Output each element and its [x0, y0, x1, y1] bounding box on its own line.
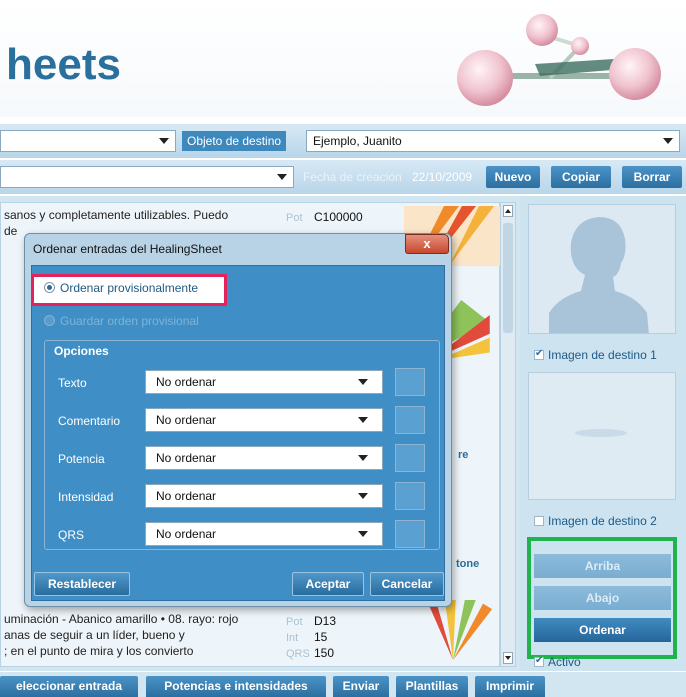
option-select-comment[interactable]: No ordenar: [145, 408, 383, 432]
sheet-combo[interactable]: [0, 130, 176, 152]
options-title: Opciones: [54, 344, 109, 358]
delete-button[interactable]: Borrar: [622, 166, 682, 188]
dialog-title: Ordenar entradas del HealingSheet: [33, 242, 222, 256]
entry-5-pot: Pot D13: [286, 614, 337, 628]
tab-send[interactable]: Enviar: [333, 676, 389, 697]
entry-4-snippet: tone: [456, 558, 480, 570]
entry-1-line-1: sanos y completamente utilizables. Puedo: [4, 208, 229, 222]
entry-1-line-2: de: [4, 224, 18, 238]
option-select-potency[interactable]: No ordenar: [145, 446, 383, 470]
option-select-intensity[interactable]: No ordenar: [145, 484, 383, 508]
option-label-potency: Potencia: [58, 452, 105, 466]
radio-provisional-label: Ordenar provisionalmente: [60, 281, 199, 295]
scroll-up-icon[interactable]: [503, 205, 513, 217]
option-select-qrs[interactable]: No ordenar: [145, 522, 383, 546]
rainbow-fan-icon: [426, 600, 493, 660]
option-value: No ordenar: [156, 375, 217, 389]
entry-5-line-2: anas de seguir a un líder, bueno y: [4, 628, 185, 642]
close-icon[interactable]: x: [405, 234, 449, 254]
radio-provisional[interactable]: Ordenar provisionalmente: [44, 281, 198, 295]
option-label-comment: Comentario: [58, 414, 121, 428]
option-label-text: Texto: [58, 376, 87, 390]
chevron-down-icon: [358, 531, 368, 537]
option-direction-qrs[interactable]: [395, 520, 425, 548]
entry-combo[interactable]: [0, 166, 294, 188]
new-button[interactable]: Nuevo: [486, 166, 540, 188]
option-direction-intensity[interactable]: [395, 482, 425, 510]
copy-button[interactable]: Copiar: [551, 166, 611, 188]
option-label-qrs: QRS: [58, 528, 85, 542]
image-2-checkbox[interactable]: Imagen de destino 2: [534, 514, 657, 528]
target-image-2: [528, 372, 676, 500]
image-2-label: Imagen de destino 2: [548, 514, 657, 528]
option-value: No ordenar: [156, 527, 217, 541]
chevron-down-icon: [663, 138, 673, 144]
chevron-down-icon: [358, 379, 368, 385]
cancel-button[interactable]: Cancelar: [370, 572, 444, 596]
app-title: heets: [6, 40, 121, 89]
active-checkbox[interactable]: Activo: [534, 655, 581, 669]
checkbox-icon: [534, 655, 544, 667]
accept-button[interactable]: Aceptar: [292, 572, 364, 596]
entries-scrollbar[interactable]: [500, 202, 516, 667]
placeholder-image-icon: [575, 429, 627, 437]
target-value: Ejemplo, Juanito: [313, 134, 402, 148]
option-direction-potency[interactable]: [395, 444, 425, 472]
target-combo[interactable]: Ejemplo, Juanito: [306, 130, 680, 152]
option-select-text[interactable]: No ordenar: [145, 370, 383, 394]
radio-icon: [44, 282, 55, 293]
tab-print[interactable]: Imprimir: [475, 676, 545, 697]
entry-5-line-1: uminación - Abanico amarillo • 08. rayo:…: [4, 612, 239, 626]
molecule-logo-icon: [457, 14, 661, 106]
option-value: No ordenar: [156, 489, 217, 503]
reset-button[interactable]: Restablecer: [34, 572, 130, 596]
active-label: Activo: [548, 655, 581, 669]
entry-5-qrs: QRS 150: [286, 646, 335, 660]
chevron-down-icon: [358, 455, 368, 461]
radio-save-order[interactable]: Guardar orden provisional: [44, 314, 199, 328]
tab-templates[interactable]: Plantillas: [396, 676, 468, 697]
radio-icon: [44, 315, 55, 326]
chevron-down-icon: [277, 174, 287, 180]
tab-select-entry[interactable]: eleccionar entrada: [0, 676, 138, 697]
checkbox-icon: [534, 348, 544, 360]
scroll-thumb[interactable]: [503, 223, 513, 333]
chevron-down-icon: [358, 493, 368, 499]
chevron-down-icon: [358, 417, 368, 423]
scroll-down-icon[interactable]: [503, 652, 513, 664]
order-buttons-highlight: [527, 537, 677, 659]
option-label-intensity: Intensidad: [58, 490, 114, 504]
entry-1-pot: Pot C100000: [286, 210, 363, 224]
app-header: heets: [0, 0, 686, 117]
option-direction-comment[interactable]: [395, 406, 425, 434]
entry-3-snippet: re: [458, 449, 469, 461]
option-value: No ordenar: [156, 451, 217, 465]
checkbox-icon: [534, 516, 544, 526]
option-direction-text[interactable]: [395, 368, 425, 396]
option-value: No ordenar: [156, 413, 217, 427]
image-1-label: Imagen de destino 1: [548, 348, 657, 362]
chevron-down-icon: [159, 138, 169, 144]
entry-5-line-3: ; en el punto de mira y los convierto: [4, 644, 194, 658]
radio-save-label: Guardar orden provisional: [60, 314, 199, 328]
target-image-1: [528, 204, 676, 334]
entry-5-int: Int 15: [286, 630, 328, 644]
person-silhouette-icon: [529, 205, 675, 333]
target-label: Objeto de destino: [182, 131, 287, 151]
created-date: 22/10/2009: [412, 170, 473, 184]
image-1-checkbox[interactable]: Imagen de destino 1: [534, 348, 657, 362]
created-label: Fecha de creación: [303, 170, 402, 184]
tab-potencies[interactable]: Potencias e intensidades: [146, 676, 326, 697]
